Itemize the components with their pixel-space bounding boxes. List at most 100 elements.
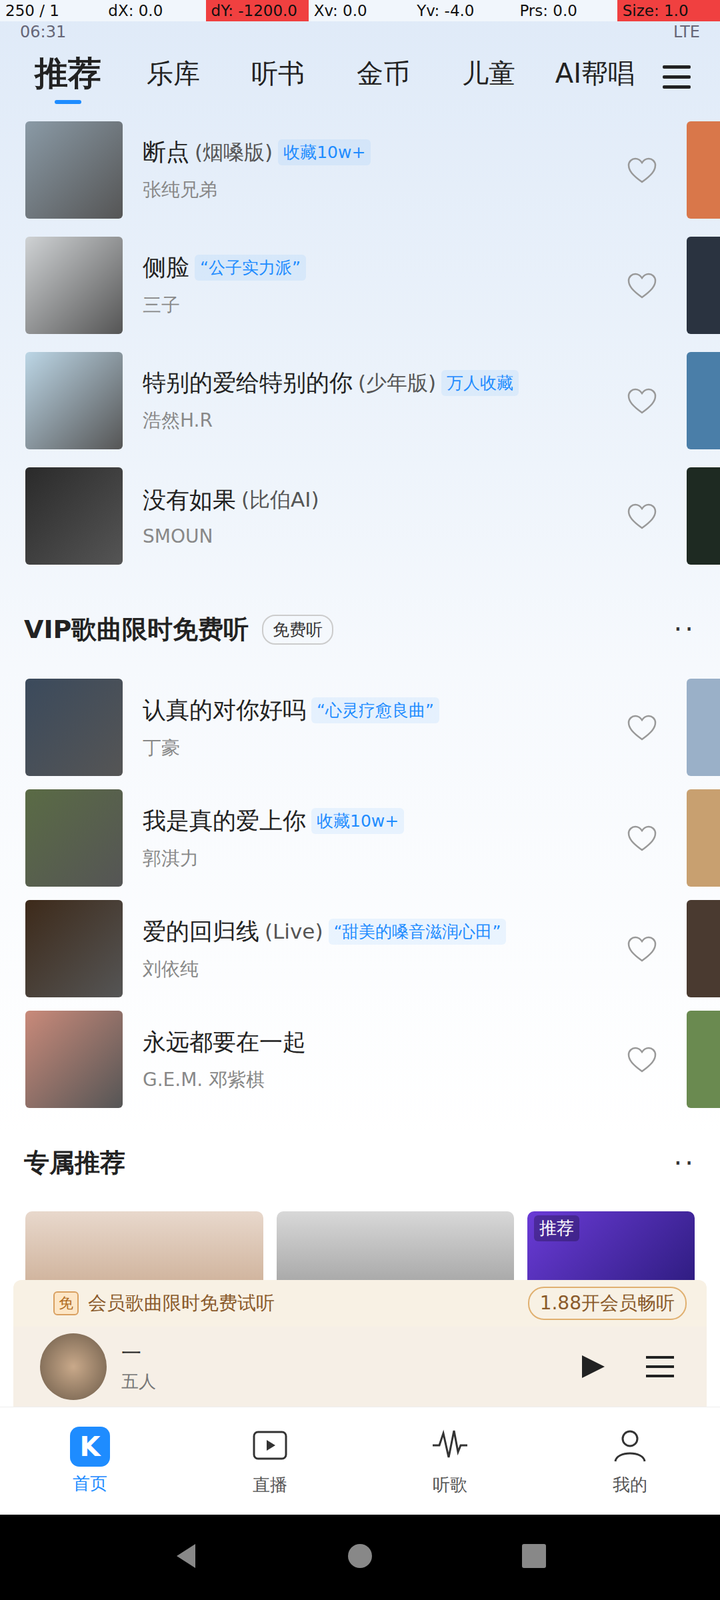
like-button[interactable]: [612, 370, 672, 431]
album-cover: [25, 678, 123, 776]
nav-icon-wrap: [610, 1425, 650, 1468]
tab-underline: [160, 96, 187, 100]
recommend-card[interactable]: [276, 1211, 515, 1280]
like-button[interactable]: [612, 808, 672, 868]
card-tag: 推荐: [534, 1215, 580, 1242]
album-cover: [25, 1010, 123, 1108]
song-info: 永远都要在一起G.E.M. 邓紫棋: [142, 1026, 612, 1093]
playlist-button[interactable]: [633, 1340, 687, 1394]
next-column-cover: [686, 352, 720, 450]
nav-item[interactable]: 我的: [540, 1425, 720, 1497]
tab-underline: [54, 100, 82, 104]
song-info: 我是真的爱上你收藏10w+郭淇力: [142, 805, 612, 872]
member-button[interactable]: 1.88开会员畅听: [528, 1286, 687, 1320]
recents-icon: [520, 1542, 548, 1570]
tab-label[interactable]: 金币: [356, 55, 410, 92]
member-banner[interactable]: 免会员歌曲限时免费试听1.88开会员畅听: [13, 1280, 707, 1327]
nav-icon-wrap: K: [70, 1426, 110, 1467]
heart-icon: [626, 155, 658, 185]
live-icon: [250, 1425, 290, 1466]
song-version: (少年版): [358, 369, 436, 398]
like-button[interactable]: [612, 918, 672, 979]
player-subtitle: 五人: [121, 1370, 551, 1394]
player-cover: [40, 1333, 107, 1400]
song-tag: “心灵疗愈良曲”: [311, 697, 440, 724]
system-nav-bar: [0, 1514, 720, 1600]
play-icon: [575, 1350, 609, 1384]
recommend-card[interactable]: 推荐: [527, 1211, 695, 1280]
song-row[interactable]: 没有如果(比伯AI) SMOUN: [0, 458, 720, 574]
more-button[interactable]: ··: [674, 1148, 696, 1179]
nav-icon-wrap: [250, 1425, 290, 1468]
back-button[interactable]: [172, 1541, 200, 1574]
player-info: 一五人: [121, 1340, 551, 1394]
tab-label[interactable]: 儿童: [462, 55, 516, 92]
title-line: 没有如果(比伯AI): [142, 484, 612, 516]
home-button[interactable]: [345, 1541, 375, 1574]
song-row[interactable]: 爱的回归线(Live)“甜美的嗓音滋润心田”刘依纯: [0, 893, 720, 1004]
recents-button[interactable]: [520, 1542, 548, 1572]
title-line: 特别的爱给特别的你(少年版)万人收藏: [142, 367, 612, 399]
song-artist: 三子: [142, 292, 612, 318]
section-title: 专属推荐: [24, 1146, 126, 1180]
song-row[interactable]: 永远都要在一起G.E.M. 邓紫棋: [0, 1004, 720, 1115]
song-artist: SMOUN: [142, 525, 612, 548]
song-info: 没有如果(比伯AI) SMOUN: [142, 484, 612, 548]
heart-icon: [626, 712, 658, 742]
nav-item[interactable]: 听歌: [360, 1425, 540, 1497]
song-info: 特别的爱给特别的你(少年版)万人收藏浩然H.R: [142, 367, 612, 434]
tab[interactable]: 金币: [335, 50, 432, 106]
next-column-cover: [686, 236, 720, 334]
tab[interactable]: 乐库: [125, 50, 222, 106]
song-info: 认真的对你好吗“心灵疗愈良曲”丁豪: [142, 694, 612, 761]
song-row[interactable]: 断点(烟嗓版)收藏10w+张纯兄弟: [0, 112, 720, 228]
banner-text: 会员歌曲限时免费试听: [88, 1290, 275, 1316]
next-column-cover: [686, 789, 720, 887]
nav-label[interactable]: 听歌: [432, 1473, 468, 1497]
song-artist: 刘依纯: [142, 956, 612, 982]
like-button[interactable]: [612, 697, 672, 758]
like-button[interactable]: [612, 1029, 672, 1090]
title-line: 永远都要在一起: [142, 1026, 612, 1058]
more-button[interactable]: ··: [674, 614, 696, 645]
song-row[interactable]: 我是真的爱上你收藏10w+郭淇力: [0, 782, 720, 894]
like-button[interactable]: [612, 140, 672, 200]
like-button[interactable]: [612, 486, 672, 546]
heart-icon: [626, 270, 658, 300]
mini-player[interactable]: 一五人: [13, 1326, 707, 1407]
tab-label[interactable]: 推荐: [34, 51, 102, 96]
next-column-cover: [686, 900, 720, 998]
song-artist: 浩然H.R: [142, 408, 612, 434]
tab-label[interactable]: 听书: [251, 55, 305, 92]
player-title: 一: [121, 1340, 551, 1368]
song-row[interactable]: 侧脸“公子实力派”三子: [0, 227, 720, 343]
tab[interactable]: 儿童: [440, 50, 537, 106]
menu-button[interactable]: [653, 54, 700, 101]
tab-label[interactable]: 乐库: [146, 55, 200, 92]
recommend-card[interactable]: [25, 1211, 264, 1280]
song-info: 侧脸“公子实力派”三子: [142, 252, 612, 318]
heart-icon: [626, 934, 658, 964]
nav-label[interactable]: 首页: [72, 1472, 108, 1496]
next-column-cover: [686, 467, 720, 565]
song-info: 断点(烟嗓版)收藏10w+张纯兄弟: [142, 136, 612, 203]
song-tag: 收藏10w+: [278, 139, 371, 166]
heart-icon: [626, 1044, 658, 1074]
like-button[interactable]: [612, 255, 672, 316]
tab[interactable]: 推荐: [20, 46, 116, 110]
playlist-icon: [643, 1352, 677, 1382]
tab-label[interactable]: AI帮唱: [555, 55, 635, 92]
pointer-location-bar: 250 / 1dX: 0.0dY: -1200.0Xv: 0.0Yv: -4.0…: [0, 0, 720, 22]
tab[interactable]: AI帮唱: [546, 50, 644, 106]
song-title: 爱的回归线: [142, 916, 260, 948]
recommend-list: 断点(烟嗓版)收藏10w+张纯兄弟侧脸“公子实力派”三子特别的爱给特别的你(少年…: [0, 112, 720, 574]
nav-item[interactable]: K 首页: [0, 1426, 180, 1496]
tab[interactable]: 听书: [230, 50, 327, 106]
title-line: 认真的对你好吗“心灵疗愈良曲”: [142, 694, 612, 726]
play-button[interactable]: [565, 1340, 619, 1394]
nav-item[interactable]: 直播: [180, 1425, 360, 1497]
nav-label[interactable]: 我的: [612, 1473, 648, 1497]
nav-label[interactable]: 直播: [252, 1473, 288, 1497]
song-row[interactable]: 特别的爱给特别的你(少年版)万人收藏浩然H.R: [0, 342, 720, 458]
song-row[interactable]: 认真的对你好吗“心灵疗愈良曲”丁豪: [0, 672, 720, 783]
